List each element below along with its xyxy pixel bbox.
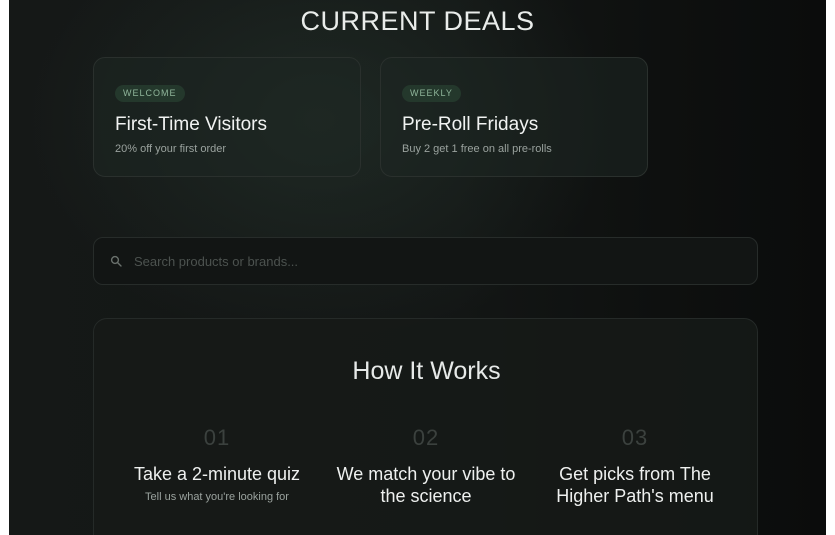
deal-title: First-Time Visitors [115, 114, 267, 135]
deals-heading: CURRENT DEALS [300, 6, 535, 36]
step-3: 03 Get picks from The Higher Path's menu [535, 425, 735, 513]
page-frame: CURRENT DEALS WELCOME First-Time Visitor… [9, 0, 826, 535]
search-icon [110, 255, 122, 267]
step-title: Take a 2-minute quiz [133, 464, 301, 484]
how-it-works-heading: How It Works [352, 357, 501, 385]
step-title: We match your vibe to the science [336, 464, 516, 506]
how-it-works-panel: How It Works 01 Take a 2-minute quiz Tel… [93, 318, 758, 535]
deal-badge: WEEKLY [402, 85, 461, 102]
step-number: 03 [621, 425, 649, 450]
search-box[interactable] [93, 237, 758, 285]
step-number: 02 [412, 425, 440, 450]
search-input[interactable] [134, 249, 734, 273]
step-title: Get picks from The Higher Path's menu [556, 464, 714, 506]
step-number: 01 [203, 425, 231, 450]
deal-description: 20% off your first order [115, 143, 227, 155]
deal-badge: WELCOME [115, 85, 185, 102]
step-2: 02 We match your vibe to the science [326, 425, 526, 513]
step-description: Tell us what you're looking for [145, 491, 289, 503]
step-1: 01 Take a 2-minute quiz Tell us what you… [117, 425, 317, 503]
deal-card-pre-roll-fridays[interactable]: WEEKLY Pre-Roll Fridays Buy 2 get 1 free… [380, 57, 648, 177]
deal-description: Buy 2 get 1 free on all pre-rolls [402, 143, 552, 155]
deal-title: Pre-Roll Fridays [402, 114, 539, 135]
deal-card-first-time-visitors[interactable]: WELCOME First-Time Visitors 20% off your… [93, 57, 361, 177]
